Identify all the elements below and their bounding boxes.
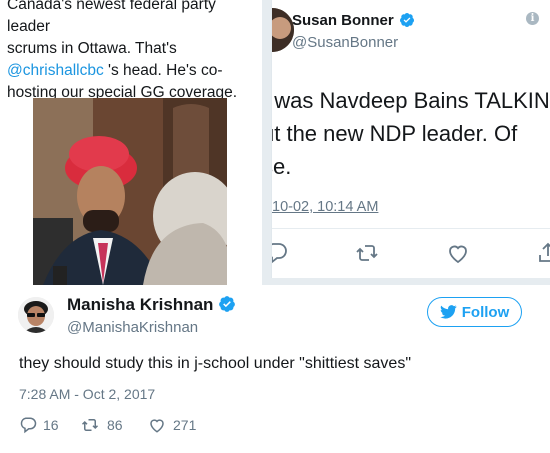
retweet-count: 86: [107, 417, 123, 433]
like-action[interactable]: 271: [147, 416, 196, 434]
reply-icon[interactable]: [271, 241, 288, 265]
twitter-bird-icon: [439, 305, 457, 319]
tweet: Manisha Krishnan @ManishaKrishnan Follow…: [0, 285, 550, 453]
tweet-timestamp[interactable]: 7:28 AM - Oct 2, 2017: [19, 386, 155, 402]
verified-icon: [399, 13, 414, 27]
quoted-line-1: Canada's newest federal party leader: [7, 0, 216, 35]
verified-icon: [219, 296, 236, 312]
retweet-action[interactable]: 86: [79, 416, 123, 434]
reply-icon: [20, 417, 37, 434]
author-name[interactable]: Manisha Krishnan: [67, 295, 236, 315]
divider: [272, 228, 550, 229]
quoted-tweet-text: Canada's newest federal party leader scr…: [7, 0, 262, 104]
susan-bonner-name[interactable]: Susan Bonner: [292, 12, 415, 29]
susan-bonner-avatar[interactable]: [272, 8, 294, 52]
info-icon[interactable]: i: [526, 12, 539, 25]
like-icon[interactable]: [446, 241, 470, 265]
susan-bonner-tweet-card: Susan Bonner @SusanBonner i t was Navdee…: [271, 0, 550, 278]
quoted-line-2: scrums in Ottawa. That's: [7, 40, 177, 57]
follow-button[interactable]: Follow: [427, 297, 522, 327]
retweet-icon: [81, 419, 99, 431]
follow-label: Follow: [461, 303, 510, 321]
like-icon: [150, 419, 164, 433]
manisha-krishnan-avatar[interactable]: [18, 297, 54, 333]
tweet-text: they should study this in j-school under…: [19, 355, 411, 372]
like-count: 271: [173, 417, 197, 433]
susan-bonner-actions: [272, 241, 550, 265]
author-handle[interactable]: @ManishaKrishnan: [67, 319, 198, 336]
mention-link[interactable]: @chrishallcbc: [7, 62, 104, 79]
embedded-screenshot: Canada's newest federal party leader scr…: [0, 0, 550, 285]
news-photo: [33, 98, 227, 285]
susan-bonner-tweet-text: t was Navdeep Bains TALKIN ut the new ND…: [271, 88, 550, 179]
susan-bonner-handle[interactable]: @SusanBonner: [292, 34, 398, 51]
susan-bonner-timestamp[interactable]: 10-02, 10:14 AM: [272, 199, 378, 215]
share-icon[interactable]: [536, 241, 550, 265]
retweet-icon[interactable]: [355, 241, 379, 265]
quoted-line-3: @chrishallcbc 's head. He's co-: [7, 62, 223, 79]
news-photo-image: [33, 98, 227, 285]
reply-action[interactable]: 16: [19, 416, 59, 434]
quoted-tweet-card: Canada's newest federal party leader scr…: [0, 0, 262, 285]
reply-count: 16: [43, 417, 59, 433]
